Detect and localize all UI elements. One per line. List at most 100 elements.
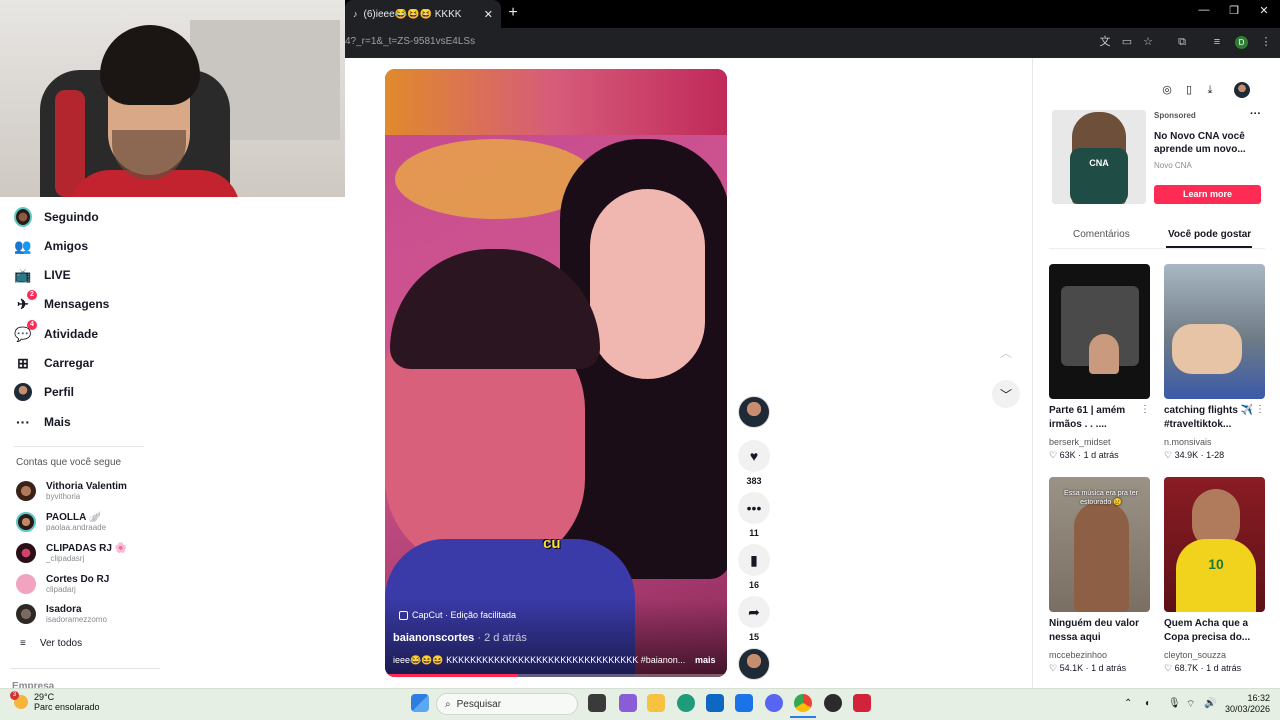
- compass-icon[interactable]: ◎: [1160, 83, 1174, 97]
- outlook-app-icon[interactable]: [735, 694, 753, 712]
- tab-comments[interactable]: Comentários: [1073, 229, 1130, 240]
- thumb-person: [1089, 334, 1119, 374]
- url-field[interactable]: 4?_r=1&_t=ZS-9581vsE4LSs: [345, 36, 475, 47]
- browser-menu-icon[interactable]: ⋮: [1259, 35, 1273, 49]
- tab-close-icon[interactable]: ✕: [484, 8, 493, 21]
- card-menu-icon[interactable]: ⋮: [1140, 404, 1150, 415]
- recommended-title[interactable]: Quem Acha que a Copa precisa do...: [1164, 617, 1256, 645]
- share-icon[interactable]: ➦: [738, 596, 770, 628]
- chrome-app-icon[interactable]: [794, 694, 812, 712]
- window-close-icon[interactable]: ✕: [1254, 4, 1274, 17]
- creator-avatar[interactable]: [738, 396, 770, 428]
- following-account[interactable]: Cortes Do RJ clipadarj: [16, 571, 109, 597]
- microphone-icon[interactable]: 🎙: [1168, 698, 1181, 709]
- recommended-thumbnail[interactable]: Essa música era pra ter estourado 😢: [1049, 477, 1150, 612]
- video-author[interactable]: baianonscortes · 2 d atrás: [393, 632, 527, 644]
- recommended-meta: ♡ 54.1K · 1 d atrás: [1049, 663, 1127, 673]
- nav-seguindo[interactable]: Seguindo: [14, 206, 99, 228]
- recommended-thumbnail[interactable]: [1164, 264, 1265, 399]
- nav-amigos[interactable]: 👥 Amigos: [14, 235, 88, 257]
- recommended-title[interactable]: catching flights ✈️ #traveltiktok...: [1164, 404, 1256, 432]
- volume-icon[interactable]: 🔊: [1204, 698, 1216, 709]
- recommended-title[interactable]: Parte 61 | amém irmãos . . ....: [1049, 404, 1141, 432]
- extensions-icon[interactable]: ⧉: [1175, 35, 1189, 49]
- app-icon[interactable]: [824, 694, 842, 712]
- discord-app-icon[interactable]: [765, 694, 783, 712]
- restore-icon[interactable]: ❐: [1224, 4, 1244, 17]
- card-menu-icon[interactable]: ⋮: [1255, 404, 1265, 415]
- search-icon: ⌕: [445, 698, 451, 710]
- comment-icon[interactable]: •••: [738, 492, 770, 524]
- capcut-app-icon[interactable]: [853, 694, 871, 712]
- taskbar-search[interactable]: ⌕ Pesquisar: [436, 693, 578, 715]
- nav-label: Perfil: [44, 385, 75, 399]
- capcut-tag[interactable]: CapCut · Edição facilitada: [399, 610, 516, 620]
- nav-atividade[interactable]: 💬 4 Atividade: [14, 320, 98, 345]
- tray-app-icon[interactable]: ◐: [1145, 698, 1151, 709]
- messages-icon: ✈ 2: [14, 290, 37, 313]
- following-account[interactable]: CLIPADAS RJ 🌸 _clipadasrj: [16, 540, 127, 566]
- recommended-author[interactable]: berserk_midset: [1049, 437, 1111, 447]
- ad-title[interactable]: No Novo CNA você aprende um novo...: [1154, 130, 1254, 156]
- temperature: 29°C: [34, 692, 55, 702]
- cast-icon[interactable]: ▭: [1120, 35, 1134, 49]
- tabs-divider: [1049, 248, 1265, 249]
- bookmark-icon[interactable]: ▮: [738, 544, 770, 576]
- recommended-thumbnail[interactable]: [1049, 264, 1150, 399]
- account-handle: byvithoria: [46, 492, 81, 501]
- account-name: PAOLLA 🪽: [46, 512, 102, 523]
- wifi-icon[interactable]: ⌔: [1186, 698, 1195, 711]
- nav-label: Seguindo: [44, 210, 99, 224]
- weather-widget[interactable]: 3 29°C Parc ensolarado: [10, 691, 100, 712]
- nav-live[interactable]: 📺 LIVE: [14, 264, 70, 286]
- recommended-title[interactable]: Ninguém deu valor nessa aqui: [1049, 617, 1141, 645]
- video-top-band: [385, 69, 727, 135]
- recommended-author[interactable]: mccebezinhoo: [1049, 650, 1107, 660]
- photos-app-icon[interactable]: [619, 694, 637, 712]
- like-heart-icon[interactable]: ♥: [738, 440, 770, 472]
- bookmark-star-icon[interactable]: ☆: [1141, 35, 1155, 49]
- profile-avatar[interactable]: D: [1235, 36, 1248, 49]
- see-all-link[interactable]: ≡ Ver todos: [20, 638, 82, 649]
- browser-tab[interactable]: ♪ (6)ieee😂😆😆 KKKKKKKK ✕: [345, 0, 501, 28]
- recommended-author[interactable]: cleyton_souzza: [1164, 650, 1226, 660]
- following-account[interactable]: PAOLLA 🪽 paolaa.andraade: [16, 509, 106, 535]
- task-view-icon[interactable]: [588, 694, 606, 712]
- nav-label: Amigos: [44, 239, 89, 253]
- nav-perfil[interactable]: Perfil: [14, 381, 74, 403]
- music-disc-avatar[interactable]: [738, 648, 770, 680]
- nav-carregar[interactable]: ⊞ Carregar: [14, 352, 94, 374]
- tab-recommended[interactable]: Você pode gostar: [1168, 229, 1251, 240]
- new-tab-button[interactable]: +: [506, 4, 520, 22]
- edge-browser-icon[interactable]: [677, 694, 695, 712]
- webcam-overlay: [0, 0, 345, 197]
- phone-icon[interactable]: ▯: [1182, 83, 1196, 97]
- like-count: 54.1K: [1059, 663, 1084, 673]
- following-account[interactable]: Vithoria Valentim byvithoria: [16, 478, 127, 504]
- account-name: CLIPADAS RJ 🌸: [46, 543, 128, 554]
- minimize-icon[interactable]: —: [1194, 4, 1214, 16]
- chevron-up-icon[interactable]: ︿: [992, 338, 1020, 366]
- nav-mais[interactable]: ··· Mais: [14, 411, 71, 433]
- file-explorer-icon[interactable]: [647, 694, 665, 712]
- windows-start-icon[interactable]: [411, 694, 429, 712]
- clock[interactable]: 16:32 30/03/2026: [1224, 693, 1270, 715]
- nav-mensagens[interactable]: ✈ 2 Mensagens: [14, 290, 109, 315]
- recommended-thumbnail[interactable]: 10: [1164, 477, 1265, 612]
- tray-overflow-icon[interactable]: ⌃: [1124, 698, 1132, 709]
- store-app-icon[interactable]: [706, 694, 724, 712]
- video-player[interactable]: cu CapCut · Edição facilitada baianonsco…: [385, 69, 727, 677]
- user-avatar[interactable]: [1234, 82, 1250, 98]
- translate-icon[interactable]: 文: [1098, 35, 1112, 49]
- following-account[interactable]: Isadora isadoramezzomo: [16, 601, 107, 627]
- chevron-down-icon[interactable]: ﹀: [992, 380, 1020, 408]
- reading-list-icon[interactable]: ≡: [1210, 35, 1224, 49]
- learn-more-button[interactable]: Learn more: [1154, 185, 1261, 204]
- ad-options-icon[interactable]: ···: [1250, 108, 1261, 120]
- more-link[interactable]: mais: [695, 655, 716, 665]
- account-handle: paolaa.andraade: [46, 523, 107, 532]
- download-icon[interactable]: ⤓: [1203, 83, 1217, 97]
- ad-image[interactable]: CNA: [1052, 110, 1146, 204]
- upload-icon: ⊞: [17, 354, 29, 371]
- recommended-author[interactable]: n.monsivais: [1164, 437, 1212, 447]
